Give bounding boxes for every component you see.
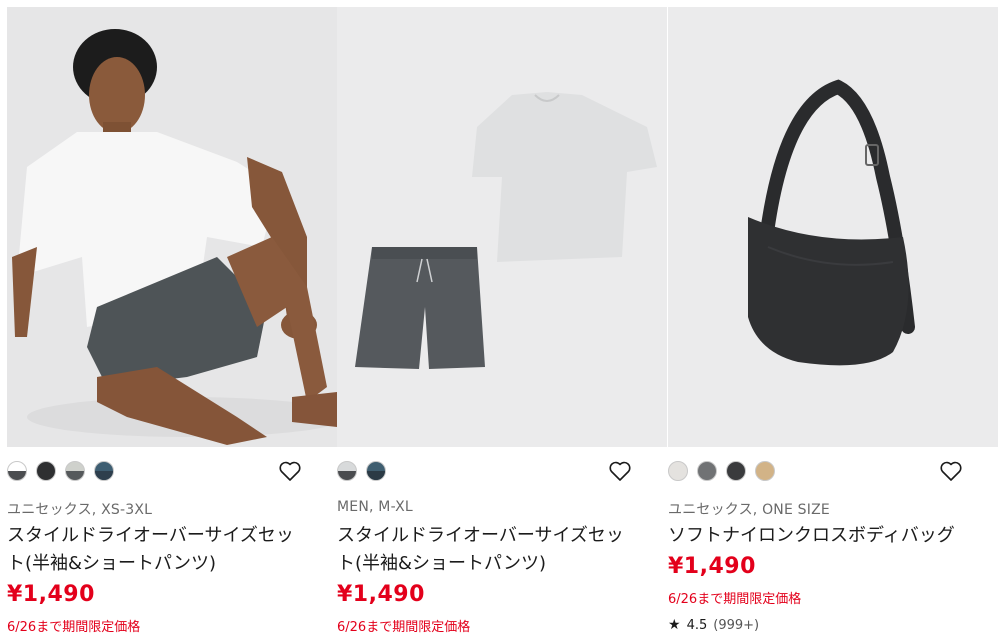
- product-card[interactable]: MEN, M-XL スタイルドライオーバーサイズセット(半袖&ショートパンツ) …: [337, 7, 667, 635]
- product-rating: ★ 4.5 (999+): [668, 617, 759, 633]
- review-count: (999+): [713, 617, 760, 633]
- rating-value: 4.5: [686, 617, 708, 633]
- product-labels: MEN, M-XL: [337, 499, 413, 515]
- product-image-crossbody-bag[interactable]: [668, 7, 998, 447]
- heart-outline-icon[interactable]: [278, 460, 302, 482]
- color-swatches: [668, 461, 775, 481]
- color-swatches: [337, 461, 386, 481]
- product-price: ¥1,490: [668, 554, 756, 579]
- product-card[interactable]: ユニセックス, ONE SIZE ソフトナイロンクロスボディバッグ ¥1,490…: [668, 7, 998, 633]
- product-name[interactable]: スタイルドライオーバーサイズセット(半袖&ショートパンツ): [337, 522, 637, 578]
- product-price: ¥1,490: [337, 582, 425, 607]
- star-icon: ★: [668, 617, 681, 633]
- product-name[interactable]: ソフトナイロンクロスボディバッグ: [668, 522, 968, 550]
- color-swatch[interactable]: [94, 461, 114, 481]
- product-labels: ユニセックス, ONE SIZE: [668, 502, 830, 518]
- product-name[interactable]: スタイルドライオーバーサイズセット(半袖&ショートパンツ): [7, 522, 307, 578]
- product-image-tee-shorts-flat[interactable]: [337, 7, 667, 447]
- limited-price-note: 6/26まで期間限定価格: [668, 592, 802, 607]
- product-price: ¥1,490: [7, 582, 95, 607]
- color-swatch[interactable]: [36, 461, 56, 481]
- product-card[interactable]: ユニセックス, XS-3XL スタイルドライオーバーサイズセット(半袖&ショート…: [7, 7, 337, 635]
- color-swatch[interactable]: [7, 461, 27, 481]
- color-swatch[interactable]: [697, 461, 717, 481]
- limited-price-note: 6/26まで期間限定価格: [337, 620, 471, 635]
- color-swatch[interactable]: [337, 461, 357, 481]
- color-swatch[interactable]: [726, 461, 746, 481]
- product-image-tee-shorts-model[interactable]: [7, 7, 337, 447]
- product-grid: ユニセックス, XS-3XL スタイルドライオーバーサイズセット(半袖&ショート…: [0, 0, 1005, 637]
- limited-price-note: 6/26まで期間限定価格: [7, 620, 141, 635]
- color-swatches: [7, 461, 114, 481]
- color-swatch[interactable]: [65, 461, 85, 481]
- color-swatch[interactable]: [755, 461, 775, 481]
- color-swatch[interactable]: [366, 461, 386, 481]
- heart-outline-icon[interactable]: [608, 460, 632, 482]
- color-swatch[interactable]: [668, 461, 688, 481]
- product-labels: ユニセックス, XS-3XL: [7, 502, 153, 518]
- heart-outline-icon[interactable]: [939, 460, 963, 482]
